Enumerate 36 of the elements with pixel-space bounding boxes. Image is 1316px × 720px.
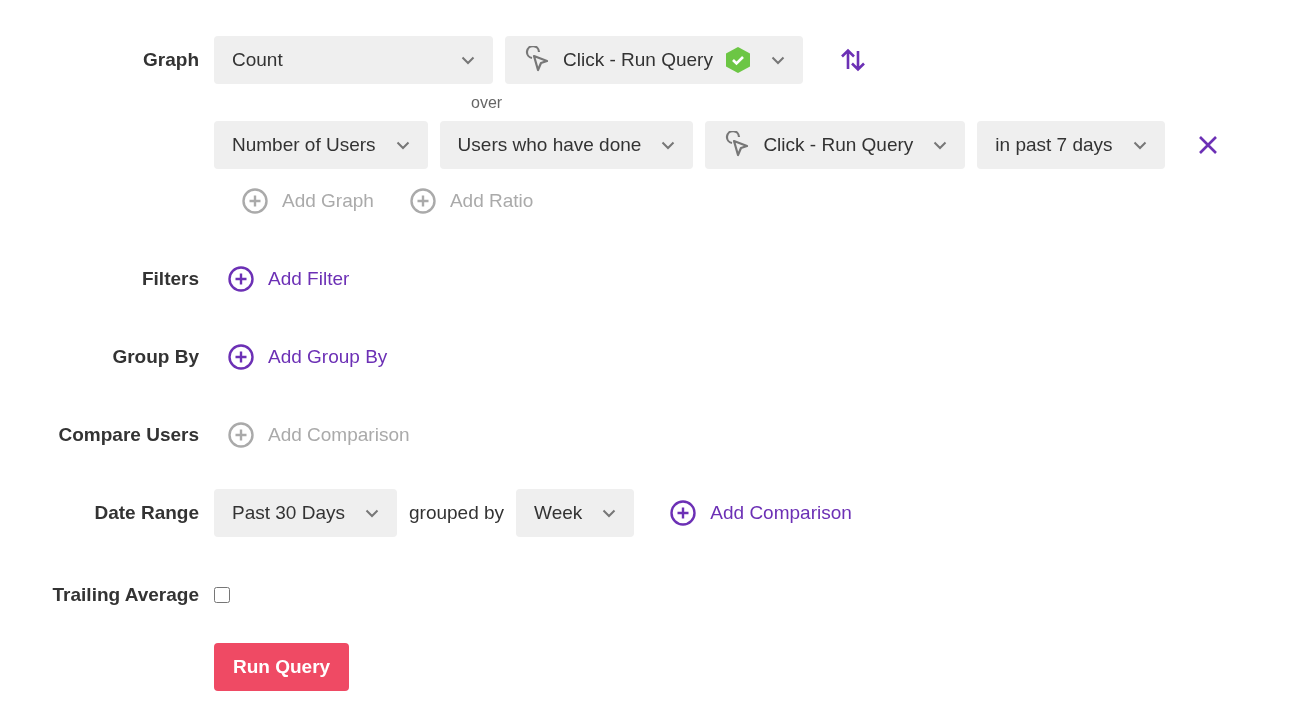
plus-circle-icon [242, 188, 268, 214]
select-dropdown[interactable]: Users who have done [439, 121, 694, 169]
plus-circle-icon [228, 266, 254, 292]
interval-dropdown[interactable]: Week [516, 489, 635, 537]
metric-dropdown[interactable]: Count [214, 36, 493, 84]
field-label: Compare Users [57, 423, 199, 447]
plus-circle-icon [670, 500, 697, 526]
plus-circle-icon [409, 188, 436, 214]
chevron-icon [461, 55, 475, 65]
event-dropdown[interactable]: Click - Run Query [505, 36, 803, 84]
field-label: Group By [111, 345, 199, 369]
date-range-dropdown[interactable]: Past 30 Days [214, 489, 397, 537]
field-label: Graph [142, 48, 199, 72]
cursor-click-icon [523, 46, 551, 74]
event-dropdown[interactable]: Click - Run Query [705, 121, 966, 169]
add-link[interactable]: Add Filter [228, 266, 350, 292]
field-label: Trailing Average [51, 583, 199, 607]
checkbox[interactable] [214, 587, 230, 603]
chevron-icon [1132, 140, 1147, 150]
field-label: Filters [140, 267, 199, 291]
over-label: over [470, 93, 504, 113]
field-label: Date Range [93, 501, 199, 525]
add-link[interactable]: Add Group By [228, 344, 388, 370]
chevron-icon [365, 508, 379, 518]
plus-circle-icon [228, 422, 254, 448]
chevron-icon [602, 508, 617, 518]
chevron-icon [933, 140, 948, 150]
select-dropdown[interactable]: Number of Users [214, 121, 428, 169]
select-dropdown[interactable]: in past 7 days [977, 121, 1165, 169]
chevron-icon [395, 140, 410, 150]
grouped-by-label: grouped by [409, 502, 505, 524]
run-query-button[interactable]: Run Query [214, 643, 350, 691]
chevron-icon [661, 140, 676, 150]
add-link[interactable]: Add Comparison [670, 500, 852, 526]
plus-circle-icon [228, 344, 254, 370]
chevron-icon [770, 55, 785, 65]
